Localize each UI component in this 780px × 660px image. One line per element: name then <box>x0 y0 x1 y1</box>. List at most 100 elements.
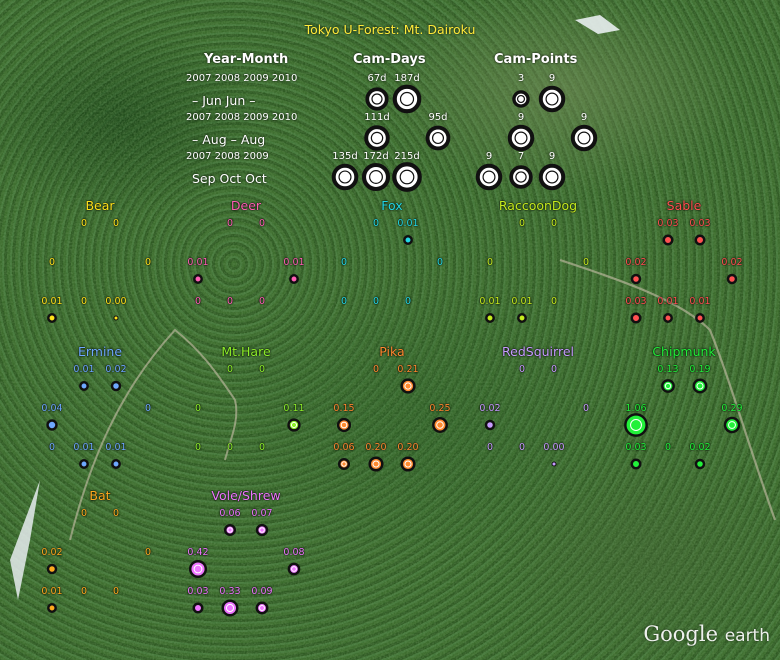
camdays-marker-2-2-core <box>399 169 415 185</box>
species-value-3-1-0: 0 <box>486 257 494 268</box>
species-marker-3-2-1 <box>518 314 526 322</box>
species-value-1-0-1: 0 <box>226 218 234 229</box>
species-marker-11-2-0 <box>194 604 202 612</box>
species-name-0: Bear <box>85 198 115 213</box>
species-marker-core-11-2-2 <box>259 605 265 611</box>
species-marker-4-2-0 <box>632 314 640 322</box>
species-value-0-2-2: 0.00 <box>105 296 127 307</box>
species-marker-0-2-2 <box>113 315 119 321</box>
species-value-9-2-0: 0.03 <box>625 442 647 453</box>
species-marker-5-0-1 <box>80 382 88 390</box>
species-name-4: Sable <box>666 198 702 213</box>
species-value-0-1-0: 0 <box>48 257 56 268</box>
species-value-11-0-2: 0.07 <box>251 508 273 519</box>
species-marker-3-2-0 <box>486 314 494 322</box>
species-value-3-2-0: 0.01 <box>479 296 501 307</box>
species-value-1-1-3: 0.01 <box>283 257 305 268</box>
species-value-9-2-2: 0.02 <box>689 442 711 453</box>
species-value-4-2-2: 0.01 <box>689 296 711 307</box>
species-value-5-2-0: 0 <box>48 442 56 453</box>
species-name-3: RaccoonDog <box>498 198 578 213</box>
species-value-11-1-0: 0.42 <box>187 547 209 558</box>
species-value-4-1-3: 0.02 <box>721 257 743 268</box>
species-value-6-1-3: 0.11 <box>283 403 305 414</box>
species-marker-4-1-0 <box>632 275 640 283</box>
species-marker-5-1-0 <box>47 420 57 430</box>
species-value-11-2-2: 0.09 <box>251 586 273 597</box>
species-value-5-2-1: 0.01 <box>73 442 95 453</box>
species-name-7: Pika <box>379 344 405 359</box>
species-value-11-2-0: 0.03 <box>187 586 209 597</box>
species-value-6-1-0: 0 <box>194 403 202 414</box>
species-name-6: Mt.Hare <box>221 344 271 359</box>
camdays-marker-1-3-core <box>431 131 445 145</box>
species-value-4-1-0: 0.02 <box>625 257 647 268</box>
species-marker-0-2-0 <box>48 314 56 322</box>
species-value-1-2-2: 0 <box>258 296 266 307</box>
species-value-10-0-1: 0 <box>80 508 88 519</box>
species-value-10-1-3: 0 <box>144 547 152 558</box>
species-name-9: Chipmunk <box>652 344 716 359</box>
species-value-5-0-2: 0.02 <box>105 364 127 375</box>
species-value-10-2-0: 0.01 <box>41 586 63 597</box>
species-marker-1-1-3 <box>290 275 298 283</box>
species-marker-2-0-2 <box>404 236 412 244</box>
species-value-7-1-0: 0.15 <box>333 403 355 414</box>
marker-layer <box>46 84 741 617</box>
species-value-8-2-0: 0 <box>486 442 494 453</box>
species-value-5-0-1: 0.01 <box>73 364 95 375</box>
camdays-marker-2-1-core <box>369 170 383 184</box>
species-value-8-0-1: 0 <box>518 364 526 375</box>
species-value-2-2-0: 0 <box>340 296 348 307</box>
species-value-5-1-3: 0 <box>144 403 152 414</box>
species-value-4-0-1: 0.03 <box>657 218 679 229</box>
species-value-8-2-2: 0.00 <box>543 442 565 453</box>
species-value-6-2-1: 0 <box>226 442 234 453</box>
satellite-map[interactable]: Tokyo U-Forest: Mt. Dairoku Year-Month C… <box>0 0 780 660</box>
species-marker-core-11-1-0 <box>193 564 203 574</box>
species-name-1: Deer <box>230 198 262 213</box>
species-value-11-1-3: 0.08 <box>283 547 305 558</box>
species-value-4-2-0: 0.03 <box>625 296 647 307</box>
camdays-marker-0-3-core <box>399 91 415 107</box>
species-value-7-0-1: 0 <box>372 364 380 375</box>
species-value-11-0-1: 0.06 <box>219 508 241 519</box>
species-value-0-2-0: 0.01 <box>41 296 63 307</box>
species-value-8-2-1: 0 <box>518 442 526 453</box>
species-marker-4-2-1 <box>664 314 672 322</box>
species-marker-10-1-0 <box>48 565 56 573</box>
species-value-5-2-2: 0.01 <box>105 442 127 453</box>
species-value-9-1-3: 0.29 <box>721 403 743 414</box>
species-value-7-2-2: 0.20 <box>397 442 419 453</box>
species-value-3-0-1: 0 <box>518 218 526 229</box>
species-marker-core-11-0-2 <box>259 527 265 533</box>
species-value-2-1-3: 0 <box>436 257 444 268</box>
species-value-4-2-1: 0.01 <box>657 296 679 307</box>
species-marker-4-1-3 <box>728 275 736 283</box>
campoints-marker-1-1-core <box>514 131 528 145</box>
google-earth-logo: Google earth <box>643 622 770 646</box>
species-marker-core-7-2-2 <box>404 460 412 468</box>
camdays-marker-1-1-core <box>370 131 384 145</box>
species-value-1-2-1: 0 <box>226 296 234 307</box>
species-marker-core-7-0-2 <box>404 382 412 390</box>
campoints-marker-2-0-core <box>482 170 496 184</box>
species-value-9-2-1: 0 <box>664 442 672 453</box>
species-value-10-2-1: 0 <box>80 586 88 597</box>
species-value-1-0-2: 0 <box>258 218 266 229</box>
species-name-8: RedSquirrel <box>502 344 574 359</box>
species-value-4-0-2: 0.03 <box>689 218 711 229</box>
species-value-10-1-0: 0.02 <box>41 547 63 558</box>
species-marker-core-6-1-3 <box>290 421 298 429</box>
species-name-11: Vole/Shrew <box>211 488 281 503</box>
species-value-1-2-0: 0 <box>194 296 202 307</box>
species-marker-core-9-1-3 <box>728 421 736 429</box>
species-value-9-1-0: 1.06 <box>625 403 647 414</box>
species-value-0-2-1: 0 <box>80 296 88 307</box>
species-value-10-0-2: 0 <box>112 508 120 519</box>
species-name-5: Ermine <box>77 344 123 359</box>
species-value-2-1-0: 0 <box>340 257 348 268</box>
species-value-0-0-1: 0 <box>80 218 88 229</box>
camdays-marker-0-2-core <box>371 93 383 105</box>
species-value-0-1-3: 0 <box>144 257 152 268</box>
